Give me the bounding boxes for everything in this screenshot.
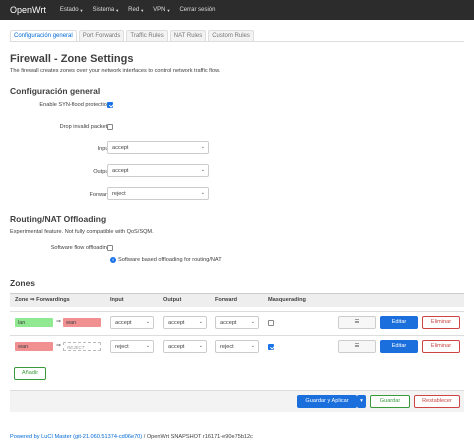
input-select[interactable]: accept ⌄ [107, 141, 209, 154]
add-zone-button[interactable]: Añadir [14, 367, 46, 380]
menu-estado-label: Estado [59, 7, 79, 13]
zone-output-value: accept [168, 344, 185, 350]
chevron-down-icon: ▾ [360, 398, 363, 404]
brand-logo[interactable]: OpenWrt [10, 5, 46, 15]
tab-traffic-rules[interactable]: Traffic Rules [126, 30, 168, 41]
masquerading-checkbox[interactable] [268, 344, 274, 350]
reset-button[interactable]: Restablecer [414, 395, 460, 408]
zone-dst-badge: REJECT [63, 342, 101, 351]
general-heading: Configuración general [10, 86, 101, 96]
col-masquerading: Masquerading [268, 297, 306, 303]
menu-red[interactable]: Red ▼ [128, 7, 144, 13]
zone-input-select[interactable]: accept ⌄ [110, 316, 154, 329]
footer-version: / OpenWrt SNAPSHOT r16171-e90e75b12c [142, 434, 253, 440]
zones-heading: Zones [10, 278, 36, 288]
forward-label: Forward [89, 192, 110, 198]
sw-offload-label: Software flow offloading [50, 245, 110, 251]
delete-button[interactable]: Eliminar [422, 340, 460, 353]
drop-invalid-checkbox[interactable] [107, 124, 113, 130]
zone-input-value: accept [115, 320, 132, 326]
zone-input-value: reject [115, 344, 129, 350]
page-title: Firewall - Zone Settings [10, 53, 134, 65]
sw-offload-checkbox[interactable] [107, 245, 113, 251]
chevron-down-icon: ▼ [79, 7, 84, 13]
output-select[interactable]: accept ⌄ [107, 164, 209, 177]
top-navbar: OpenWrt Estado ▼ Sistema ▼ Red ▼ VPN ▼ Cerra… [0, 0, 474, 20]
zone-forward-value: accept [220, 320, 237, 326]
zone-dst-badge: wan [63, 318, 101, 327]
tab-general[interactable]: Configuración general [10, 30, 77, 41]
offload-description: Experimental feature. Not fully compatib… [10, 229, 154, 235]
menu-vpn[interactable]: VPN ▼ [153, 7, 170, 13]
chevron-down-icon: ⌄ [145, 319, 150, 325]
zone-forward-select[interactable]: accept ⌄ [215, 316, 259, 329]
arrow-right-icon: ⇒ [56, 319, 62, 325]
footer: Powered by LuCI Master (git-21.060.51374… [10, 434, 253, 440]
drag-handle-button[interactable]: ☰ [338, 316, 376, 329]
edit-button[interactable]: Editar [380, 316, 418, 329]
chevron-down-icon: ▼ [140, 7, 145, 13]
arrow-right-icon: ⇒ [56, 343, 62, 349]
forward-select-value: reject [112, 191, 126, 197]
menu-vpn-label: VPN [153, 7, 166, 13]
sw-offload-hint: Software based offloading for routing/NA… [118, 257, 222, 263]
col-input: Input [110, 297, 124, 303]
zones-table-header: Zone ⇒ Forwardings Input Output Forward … [10, 293, 464, 307]
col-forward: Forward [215, 297, 238, 303]
zone-src-badge: lan [15, 318, 53, 327]
page-description: The firewall creates zones over your net… [10, 68, 221, 74]
zone-output-select[interactable]: accept ⌄ [163, 316, 207, 329]
col-output: Output [163, 297, 182, 303]
chevron-down-icon: ⌄ [250, 343, 255, 349]
col-zone: Zone ⇒ Forwardings [15, 297, 70, 303]
logout-link[interactable]: Cerrar sesión [179, 7, 215, 13]
chevron-down-icon: ⌄ [200, 167, 205, 173]
info-icon: i [110, 257, 116, 263]
luci-link[interactable]: Powered by LuCI Master (git-21.060.51374… [10, 434, 142, 440]
forward-select[interactable]: reject ⌄ [107, 187, 209, 200]
output-select-value: accept [112, 168, 129, 174]
table-row: lan ⇒ wan accept ⌄ accept ⌄ accept ⌄ ☰ Edit… [10, 311, 464, 333]
delete-button[interactable]: Eliminar [422, 316, 460, 329]
chevron-down-icon: ⌄ [200, 144, 205, 150]
chevron-down-icon: ⌄ [198, 343, 203, 349]
table-row: wan ⇒ REJECT reject ⌄ accept ⌄ reject ⌄ ☰ E… [10, 335, 464, 357]
zone-src-badge: wan [15, 342, 53, 351]
input-select-value: accept [112, 145, 129, 151]
menu-sistema-label: Sistema [92, 7, 115, 13]
menu-red-label: Red [128, 7, 140, 13]
syn-flood-label: Enable SYN-flood protection [39, 102, 110, 108]
offload-heading: Routing/NAT Offloading [10, 214, 107, 224]
action-bar: Guardar y Aplicar ▾ Guardar Restablecer [10, 390, 464, 412]
syn-flood-checkbox[interactable] [107, 102, 113, 108]
chevron-down-icon: ▼ [115, 7, 120, 13]
menu-sistema[interactable]: Sistema ▼ [93, 7, 120, 13]
chevron-down-icon: ▼ [166, 7, 171, 13]
chevron-down-icon: ⌄ [145, 343, 150, 349]
tab-custom-rules[interactable]: Custom Rules [208, 30, 254, 41]
masquerading-checkbox[interactable] [268, 320, 274, 326]
tab-bar: Configuración general Port Forwards Traf… [10, 30, 464, 42]
zone-input-select[interactable]: reject ⌄ [110, 340, 154, 353]
input-label: Input [97, 146, 110, 152]
zone-forward-value: reject [220, 344, 234, 350]
chevron-down-icon: ⌄ [200, 190, 205, 196]
chevron-down-icon: ⌄ [250, 319, 255, 325]
tab-nat-rules[interactable]: NAT Rules [169, 30, 207, 41]
drop-invalid-label: Drop invalid packets [59, 124, 110, 130]
edit-button[interactable]: Editar [380, 340, 418, 353]
save-button[interactable]: Guardar [370, 395, 410, 408]
output-label: Output [93, 169, 110, 175]
zone-output-value: accept [168, 320, 185, 326]
drag-handle-button[interactable]: ☰ [338, 340, 376, 353]
chevron-down-icon: ⌄ [198, 319, 203, 325]
menu-estado[interactable]: Estado ▼ [60, 7, 84, 13]
zone-forward-select[interactable]: reject ⌄ [215, 340, 259, 353]
zone-output-select[interactable]: accept ⌄ [163, 340, 207, 353]
save-apply-dropdown[interactable]: ▾ [357, 395, 366, 408]
tab-port-forwards[interactable]: Port Forwards [78, 30, 125, 41]
save-apply-button[interactable]: Guardar y Aplicar [297, 395, 357, 408]
